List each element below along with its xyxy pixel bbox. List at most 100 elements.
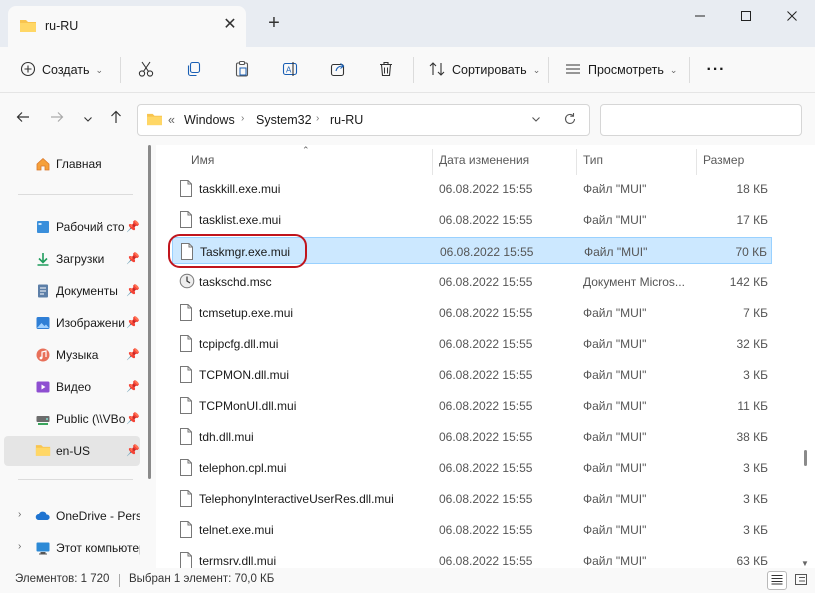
- recent-locations-button[interactable]: [76, 107, 100, 131]
- highlight-annotation: [168, 234, 307, 268]
- column-divider[interactable]: [576, 149, 577, 175]
- file-row[interactable]: taskkill.exe.mui 06.08.2022 15:55 Файл "MU…: [172, 175, 772, 202]
- breadcrumb-ru-ru[interactable]: ru-RU: [330, 113, 363, 127]
- file-icon: [179, 211, 193, 231]
- file-row[interactable]: tcpipcfg.dll.mui 06.08.2022 15:55 Файл "MU…: [172, 330, 772, 357]
- sort-button[interactable]: Сортировать ⌄: [428, 55, 540, 85]
- file-name: tdh.dll.mui: [199, 430, 254, 444]
- column-divider[interactable]: [696, 149, 697, 175]
- rename-button[interactable]: A: [275, 56, 305, 84]
- column-header-size[interactable]: Размер: [703, 153, 744, 167]
- close-window-button[interactable]: [769, 0, 815, 32]
- file-row[interactable]: TCPMonUI.dll.mui 06.08.2022 15:55 Файл "MU…: [172, 392, 772, 419]
- file-size: 70 КБ: [735, 245, 767, 259]
- paste-button[interactable]: [227, 56, 257, 84]
- pin-icon[interactable]: 📌: [126, 444, 140, 457]
- file-type: Файл "MUI": [583, 554, 647, 568]
- video-icon: [35, 379, 51, 395]
- tiles-view-button[interactable]: [791, 571, 811, 590]
- pictures-icon: [35, 315, 51, 331]
- pin-icon[interactable]: 📌: [126, 316, 140, 329]
- forward-button[interactable]: [45, 107, 69, 131]
- file-row[interactable]: telnet.exe.mui 06.08.2022 15:55 Файл "MUI"…: [172, 516, 772, 543]
- sidebar-item-music[interactable]: Музыка 📌: [4, 340, 140, 370]
- file-row[interactable]: termsrv.dll.mui 06.08.2022 15:55 Файл "MUI…: [172, 547, 772, 568]
- column-header-name[interactable]: Имя: [191, 153, 214, 167]
- up-button[interactable]: [104, 107, 128, 131]
- sort-icon: [428, 61, 446, 80]
- file-list-scrollbar[interactable]: [804, 450, 807, 466]
- pin-icon[interactable]: 📌: [126, 412, 140, 425]
- sidebar-item-downloads[interactable]: Загрузки 📌: [4, 244, 140, 274]
- breadcrumb-separator-icon[interactable]: ›: [316, 113, 319, 124]
- details-view-button[interactable]: [767, 571, 787, 590]
- back-button[interactable]: [11, 107, 35, 131]
- view-button[interactable]: Просмотреть ⌄: [564, 55, 677, 85]
- file-date: 06.08.2022 15:55: [439, 399, 533, 413]
- file-row[interactable]: TCPMON.dll.mui 06.08.2022 15:55 Файл "MUI"…: [172, 361, 772, 388]
- tab-ru-ru[interactable]: ru-RU ✕: [8, 6, 246, 47]
- file-row[interactable]: taskschd.msc 06.08.2022 15:55 Документ Mic…: [172, 268, 772, 295]
- create-button[interactable]: Создать ⌄: [20, 55, 103, 85]
- breadcrumb-separator-icon[interactable]: ›: [241, 113, 244, 124]
- breadcrumb-system32[interactable]: System32: [256, 113, 312, 127]
- address-dropdown-icon[interactable]: [531, 113, 541, 127]
- sidebar-scrollbar[interactable]: [148, 145, 151, 479]
- chevron-down-icon: ⌄: [95, 64, 104, 75]
- file-row[interactable]: TelephonyInteractiveUserRes.dll.mui 06.08…: [172, 485, 772, 512]
- more-options-button[interactable]: ···: [701, 56, 731, 84]
- column-divider[interactable]: [432, 149, 433, 175]
- sidebar-item-en-us[interactable]: en-US 📌: [4, 436, 140, 466]
- address-bar[interactable]: « Windows › System32 › ru-RU: [137, 104, 590, 136]
- file-size: 3 КБ: [743, 523, 768, 537]
- chevron-right-icon[interactable]: ›: [18, 509, 21, 520]
- sidebar-item-onedrive[interactable]: › OneDrive - Perso: [4, 501, 140, 531]
- file-row[interactable]: tasklist.exe.mui 06.08.2022 15:55 Файл "MU…: [172, 206, 772, 233]
- search-input[interactable]: [600, 104, 802, 136]
- pin-icon[interactable]: 📌: [126, 220, 140, 233]
- scroll-down-icon[interactable]: ▼: [801, 559, 809, 568]
- refresh-icon[interactable]: [563, 112, 577, 129]
- sidebar-item-this-pc[interactable]: › Этот компьютер: [4, 533, 140, 563]
- pin-icon[interactable]: 📌: [126, 380, 140, 393]
- pin-icon[interactable]: 📌: [126, 284, 140, 297]
- toolbar-divider: [689, 57, 690, 83]
- sidebar-item-pictures[interactable]: Изображени 📌: [4, 308, 140, 338]
- chevron-down-icon: ⌄: [669, 64, 678, 75]
- cut-button[interactable]: [131, 56, 161, 84]
- details-view-icon: [771, 574, 783, 588]
- close-tab-icon[interactable]: ✕: [220, 15, 240, 35]
- file-type: Файл "MUI": [584, 245, 648, 259]
- file-size: 7 КБ: [743, 306, 768, 320]
- sidebar-item-public[interactable]: Public (\\VBo 📌: [4, 404, 140, 434]
- file-row[interactable]: tcmsetup.exe.mui 06.08.2022 15:55 Файл "MU…: [172, 299, 772, 326]
- new-tab-button[interactable]: +: [262, 12, 286, 36]
- sidebar-item-label: Изображени: [56, 316, 125, 330]
- maximize-button[interactable]: [723, 0, 769, 32]
- pin-icon[interactable]: 📌: [126, 348, 140, 361]
- file-row[interactable]: tdh.dll.mui 06.08.2022 15:55 Файл "MUI" 38 …: [172, 423, 772, 450]
- sidebar-item-desktop[interactable]: Рабочий сто 📌: [4, 212, 140, 242]
- column-header-date[interactable]: Дата изменения: [439, 153, 529, 167]
- delete-button[interactable]: [371, 56, 401, 84]
- share-button[interactable]: [323, 56, 353, 84]
- copy-button[interactable]: [179, 56, 209, 84]
- file-row[interactable]: telephon.cpl.mui 06.08.2022 15:55 Файл "MU…: [172, 454, 772, 481]
- sidebar-item-documents[interactable]: Документы 📌: [4, 276, 140, 306]
- pin-icon[interactable]: 📌: [126, 252, 140, 265]
- column-header-type[interactable]: Тип: [583, 153, 603, 167]
- sidebar-item-label: Музыка: [56, 348, 99, 362]
- minimize-button[interactable]: [677, 0, 723, 32]
- file-size: 63 КБ: [736, 554, 768, 568]
- chevron-down-icon: [83, 111, 93, 128]
- clipboard-icon: [233, 60, 251, 81]
- file-name: telnet.exe.mui: [199, 523, 274, 537]
- tab-title: ru-RU: [45, 19, 79, 33]
- sidebar-item-videos[interactable]: Видео 📌: [4, 372, 140, 402]
- breadcrumb-overflow[interactable]: «: [168, 113, 175, 127]
- sidebar-item-label: Этот компьютер: [56, 541, 140, 555]
- file-icon: [179, 366, 193, 386]
- sidebar-item-home[interactable]: Главная: [4, 149, 140, 179]
- breadcrumb-windows[interactable]: Windows: [184, 113, 235, 127]
- chevron-right-icon[interactable]: ›: [18, 541, 21, 552]
